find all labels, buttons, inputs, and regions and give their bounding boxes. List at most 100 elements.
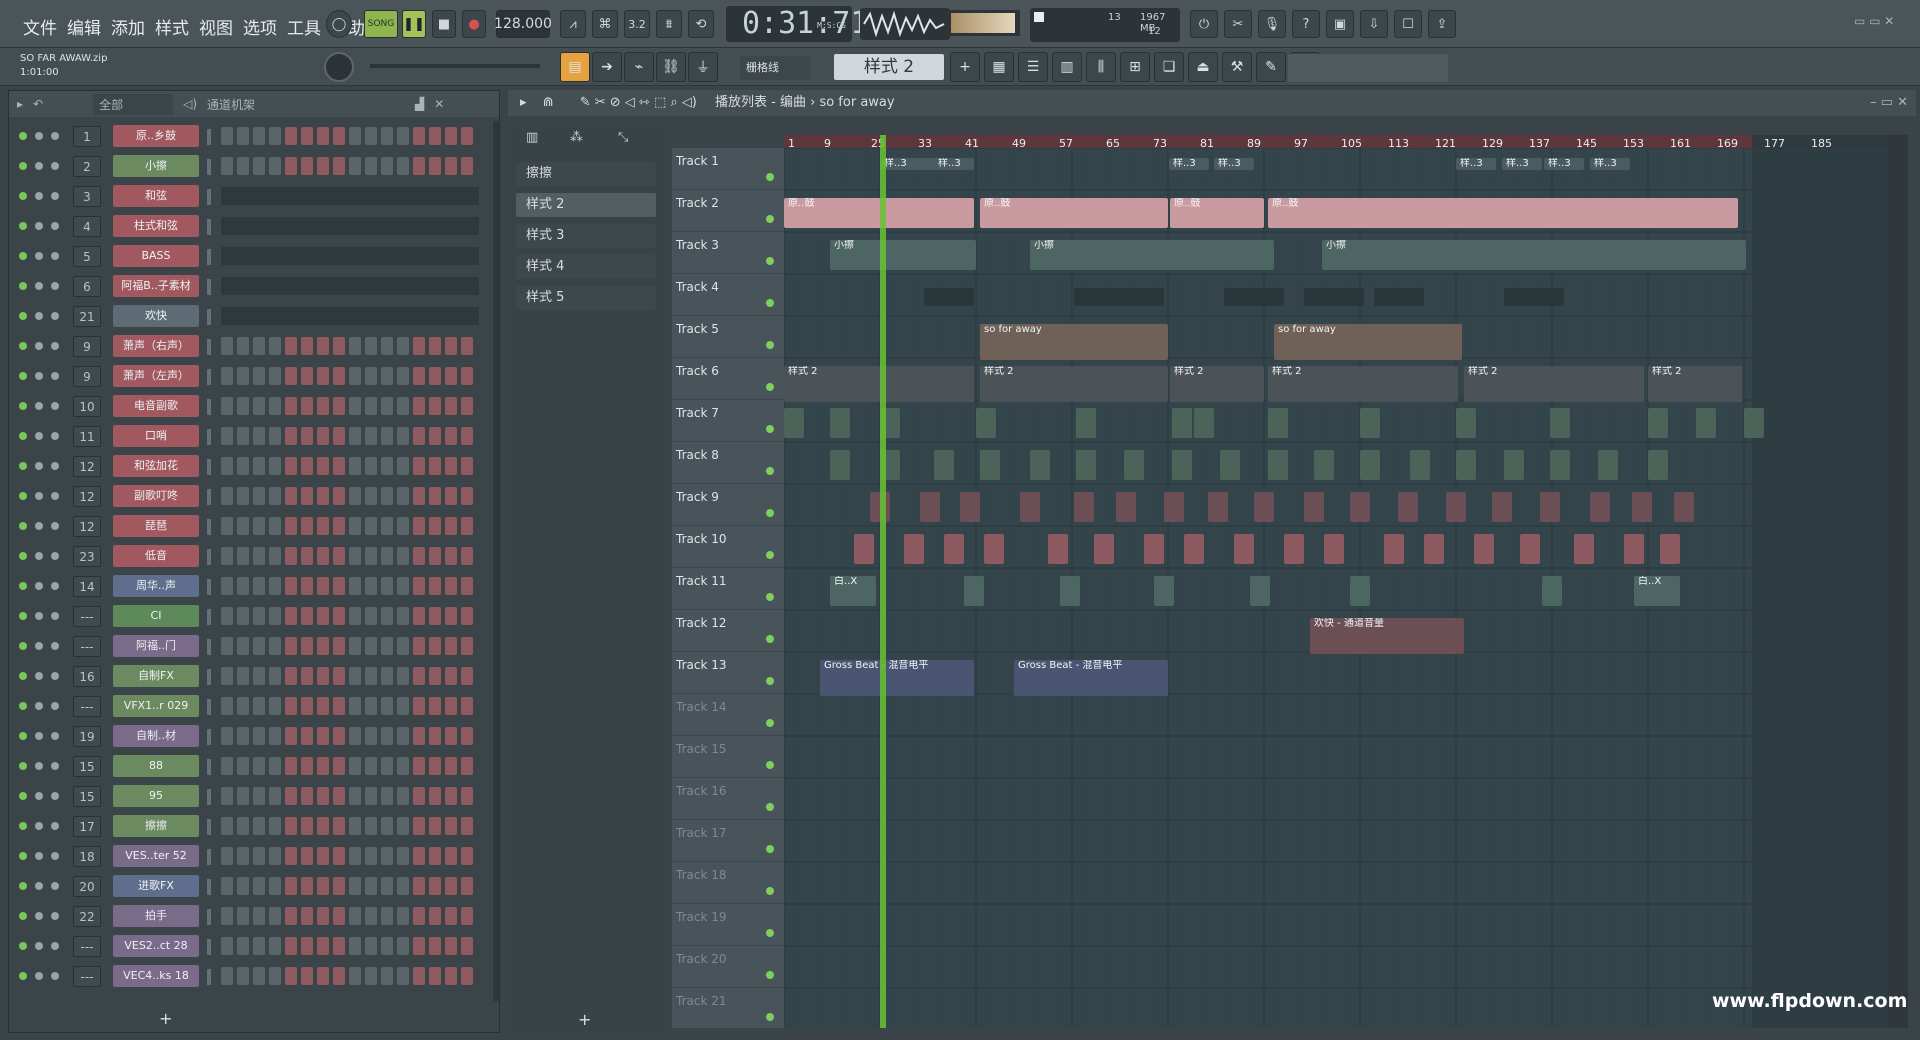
step-button[interactable] bbox=[269, 367, 281, 385]
hit-clip[interactable] bbox=[980, 450, 1000, 480]
step-button[interactable] bbox=[365, 757, 377, 775]
step-button[interactable] bbox=[237, 727, 249, 745]
mini-piano-roll[interactable] bbox=[221, 277, 479, 295]
step-button[interactable] bbox=[461, 457, 473, 475]
channel-name-button[interactable]: BASS bbox=[113, 245, 199, 267]
step-button[interactable] bbox=[333, 547, 345, 565]
step-button[interactable] bbox=[301, 937, 313, 955]
channel-knob-icon[interactable] bbox=[51, 582, 59, 590]
hit-clip[interactable] bbox=[1574, 534, 1594, 564]
step-button[interactable] bbox=[333, 487, 345, 505]
channel-mixer-track[interactable]: --- bbox=[73, 636, 101, 657]
picker-piano-icon[interactable]: ▥ bbox=[526, 130, 538, 145]
step-button[interactable] bbox=[349, 577, 361, 595]
step-button[interactable] bbox=[461, 487, 473, 505]
channel-select[interactable] bbox=[207, 309, 211, 325]
channel-row[interactable]: --- VFX1..r 029 bbox=[9, 691, 499, 721]
step-button[interactable] bbox=[429, 787, 441, 805]
mini-piano-roll[interactable] bbox=[221, 307, 479, 325]
step-button[interactable] bbox=[285, 787, 297, 805]
step-button[interactable] bbox=[461, 547, 473, 565]
step-button[interactable] bbox=[317, 847, 329, 865]
pattern-selector[interactable]: 样式 2 bbox=[834, 54, 944, 80]
step-button[interactable] bbox=[333, 457, 345, 475]
step-button[interactable] bbox=[301, 637, 313, 655]
channel-knob-icon[interactable] bbox=[51, 522, 59, 530]
step-button[interactable] bbox=[365, 457, 377, 475]
step-button[interactable] bbox=[365, 397, 377, 415]
step-button[interactable] bbox=[269, 757, 281, 775]
channel-knob-icon[interactable] bbox=[35, 492, 43, 500]
step-button[interactable] bbox=[429, 697, 441, 715]
add-pattern-picker-icon[interactable]: + bbox=[578, 1010, 591, 1029]
undo-icon[interactable]: ↶ bbox=[33, 97, 43, 111]
hit-clip[interactable] bbox=[1304, 492, 1324, 522]
track-header[interactable]: Track 10 bbox=[672, 526, 784, 568]
step-button[interactable] bbox=[381, 547, 393, 565]
hit-clip[interactable] bbox=[1540, 492, 1560, 522]
step-button[interactable] bbox=[221, 937, 233, 955]
track-header[interactable]: Track 9 bbox=[672, 484, 784, 526]
step-button[interactable] bbox=[237, 697, 249, 715]
channel-row[interactable]: --- VEC4..ks 18 bbox=[9, 961, 499, 991]
step-button[interactable] bbox=[269, 787, 281, 805]
channel-mixer-track[interactable]: 12 bbox=[73, 456, 101, 477]
hit-clip[interactable] bbox=[1268, 450, 1288, 480]
stamp-icon[interactable]: ⏚ bbox=[688, 52, 718, 82]
playlist-clip[interactable]: 样..3 bbox=[1590, 158, 1630, 170]
channel-row[interactable]: 9 萧声（左声） bbox=[9, 361, 499, 391]
hit-clip[interactable] bbox=[1350, 576, 1370, 606]
channel-mute-icon[interactable] bbox=[19, 192, 27, 200]
channel-select[interactable] bbox=[207, 939, 211, 955]
channel-row[interactable]: 20 进歌FX bbox=[9, 871, 499, 901]
step-button[interactable] bbox=[413, 487, 425, 505]
channel-knob-icon[interactable] bbox=[51, 402, 59, 410]
hit-clip[interactable] bbox=[1446, 492, 1466, 522]
channel-select[interactable] bbox=[207, 399, 211, 415]
step-button[interactable] bbox=[237, 577, 249, 595]
track-header[interactable]: Track 3 bbox=[672, 232, 784, 274]
track-enable-icon[interactable] bbox=[766, 635, 774, 643]
step-button[interactable] bbox=[381, 157, 393, 175]
step-button[interactable] bbox=[349, 517, 361, 535]
step-button[interactable] bbox=[269, 967, 281, 985]
channel-select[interactable] bbox=[207, 879, 211, 895]
hit-clip[interactable] bbox=[854, 534, 874, 564]
step-button[interactable] bbox=[429, 577, 441, 595]
picker-automation-icon[interactable]: ⤡ bbox=[618, 130, 628, 145]
step-button[interactable] bbox=[269, 517, 281, 535]
step-button[interactable] bbox=[429, 337, 441, 355]
channel-knob-icon[interactable] bbox=[51, 162, 59, 170]
step-button[interactable] bbox=[413, 727, 425, 745]
pattern-clip[interactable]: 样式 2 bbox=[1268, 366, 1458, 402]
step-button[interactable] bbox=[397, 877, 409, 895]
track-header[interactable]: Track 16 bbox=[672, 778, 784, 820]
step-button[interactable] bbox=[221, 367, 233, 385]
channel-knob-icon[interactable] bbox=[51, 372, 59, 380]
small-clip[interactable]: 小擦 bbox=[1030, 240, 1274, 270]
picker-item-2[interactable]: 样式 3 bbox=[516, 224, 656, 248]
channel-select[interactable] bbox=[207, 219, 211, 235]
step-button[interactable] bbox=[253, 847, 265, 865]
step-button[interactable] bbox=[397, 127, 409, 145]
step-button[interactable] bbox=[301, 967, 313, 985]
step-button[interactable] bbox=[333, 817, 345, 835]
step-button[interactable] bbox=[301, 667, 313, 685]
channel-name-button[interactable]: 和弦加花 bbox=[113, 455, 199, 477]
channel-row[interactable]: 12 副歌叮咚 bbox=[9, 481, 499, 511]
step-button[interactable] bbox=[269, 667, 281, 685]
channel-mixer-track[interactable]: --- bbox=[73, 606, 101, 627]
step-button[interactable] bbox=[285, 817, 297, 835]
pattern-clip[interactable]: 样式 2 bbox=[784, 366, 974, 402]
channel-mute-icon[interactable] bbox=[19, 432, 27, 440]
channel-name-button[interactable]: CI bbox=[113, 605, 199, 627]
channel-name-button[interactable]: 原..乡鼓 bbox=[113, 125, 199, 147]
step-button[interactable] bbox=[253, 547, 265, 565]
browser-icon[interactable]: ⊞ bbox=[1120, 52, 1150, 82]
hit-clip[interactable] bbox=[1220, 450, 1240, 480]
channel-row[interactable]: 4 柱式和弦 bbox=[9, 211, 499, 241]
step-button[interactable] bbox=[413, 667, 425, 685]
step-button[interactable] bbox=[301, 577, 313, 595]
step-button[interactable] bbox=[333, 757, 345, 775]
hit-clip[interactable] bbox=[1144, 534, 1164, 564]
